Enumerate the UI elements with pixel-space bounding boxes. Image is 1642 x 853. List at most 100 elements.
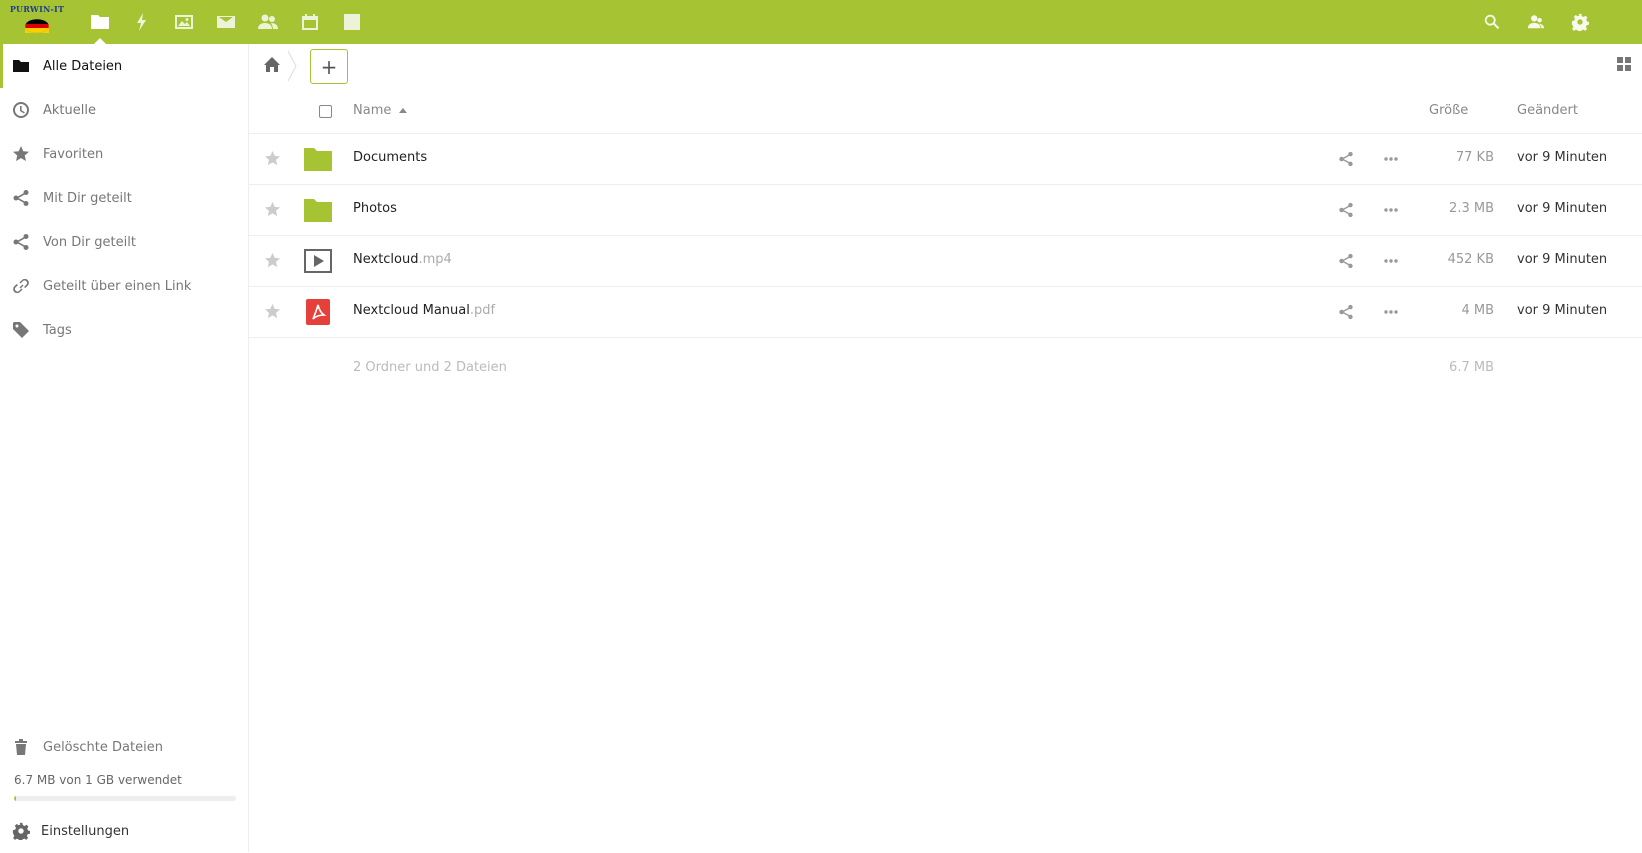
star-icon bbox=[264, 150, 281, 166]
more-actions-button[interactable] bbox=[1383, 151, 1399, 167]
star-icon bbox=[264, 252, 281, 268]
quota-text: 6.7 MB von 1 GB verwendet bbox=[14, 773, 182, 787]
sidebar-item-label: Von Dir geteilt bbox=[43, 234, 136, 250]
more-actions-button[interactable] bbox=[1383, 202, 1399, 218]
sidebar-item-shared-with-you[interactable]: Mit Dir geteilt bbox=[0, 176, 248, 220]
file-basename: Nextcloud Manual bbox=[353, 303, 470, 318]
more-actions-button[interactable] bbox=[1383, 253, 1399, 269]
share-icon bbox=[1339, 304, 1353, 320]
file-list: Name Größe Geändert Documents 77 KB vor … bbox=[249, 89, 1642, 396]
settings-menu-button[interactable] bbox=[1558, 0, 1602, 44]
settings-gear-icon bbox=[1571, 13, 1589, 31]
file-name[interactable]: Nextcloud Manual.pdf bbox=[353, 303, 495, 318]
select-all-checkbox[interactable] bbox=[319, 105, 332, 118]
file-modified: vor 9 Minuten bbox=[1517, 201, 1608, 216]
share-button[interactable] bbox=[1338, 253, 1354, 269]
trash-icon bbox=[12, 738, 30, 756]
sidebar-item-label: Alle Dateien bbox=[43, 58, 123, 74]
app-calendar[interactable] bbox=[288, 0, 332, 44]
file-row[interactable]: Nextcloud.mp4 452 KB vor 9 Minuten bbox=[249, 236, 1642, 287]
sidebar-item-tags[interactable]: Tags bbox=[0, 308, 248, 352]
more-icon bbox=[1384, 208, 1398, 212]
sidebar-settings[interactable]: Einstellungen bbox=[0, 809, 248, 853]
file-row[interactable]: Nextcloud Manual.pdf 4 MB vor 9 Minuten bbox=[249, 287, 1642, 338]
sidebar-item-shared-by-link[interactable]: Geteilt über einen Link bbox=[0, 264, 248, 308]
favorite-toggle[interactable] bbox=[264, 150, 282, 168]
app-notes[interactable] bbox=[330, 0, 374, 44]
edit-icon bbox=[344, 14, 360, 30]
file-name[interactable]: Nextcloud.mp4 bbox=[353, 252, 452, 267]
controls-bar: + bbox=[249, 44, 1642, 88]
share-icon bbox=[1339, 253, 1353, 269]
sidebar-item-label: Aktuelle bbox=[43, 102, 96, 118]
column-name-header[interactable]: Name bbox=[353, 103, 408, 118]
top-header: PURWIN-IT bbox=[0, 0, 1642, 44]
file-list-header: Name Größe Geändert bbox=[249, 89, 1642, 134]
more-icon bbox=[1384, 310, 1398, 314]
new-button[interactable]: + bbox=[310, 49, 348, 84]
app-files[interactable] bbox=[78, 0, 122, 44]
more-icon bbox=[1384, 157, 1398, 161]
view-toggle-button[interactable] bbox=[1616, 56, 1634, 74]
app-gallery[interactable] bbox=[162, 0, 206, 44]
breadcrumb-home[interactable] bbox=[263, 56, 283, 76]
contacts-menu-icon bbox=[1527, 15, 1545, 29]
clock-icon bbox=[12, 101, 30, 119]
share-button[interactable] bbox=[1338, 304, 1354, 320]
file-name[interactable]: Photos bbox=[353, 201, 397, 216]
image-icon bbox=[175, 15, 193, 29]
sidebar-item-label: Geteilt über einen Link bbox=[43, 278, 192, 294]
file-name[interactable]: Documents bbox=[353, 150, 427, 165]
app-mail[interactable] bbox=[204, 0, 248, 44]
folder-icon bbox=[91, 15, 109, 29]
sidebar-item-shared-by-you[interactable]: Von Dir geteilt bbox=[0, 220, 248, 264]
file-row[interactable]: Documents 77 KB vor 9 Minuten bbox=[249, 134, 1642, 185]
pdf-file-icon bbox=[303, 297, 333, 327]
file-basename: Documents bbox=[353, 150, 428, 165]
star-icon bbox=[264, 303, 281, 319]
favorite-toggle[interactable] bbox=[264, 252, 282, 270]
app-contacts[interactable] bbox=[246, 0, 290, 44]
sidebar-item-favorites[interactable]: Favoriten bbox=[0, 132, 248, 176]
share-button[interactable] bbox=[1338, 151, 1354, 167]
column-modified-header[interactable]: Geändert bbox=[1517, 103, 1578, 118]
app-activity[interactable] bbox=[120, 0, 164, 44]
video-file-icon bbox=[303, 246, 333, 276]
share-icon bbox=[1339, 151, 1353, 167]
share-icon bbox=[12, 189, 30, 207]
share-button[interactable] bbox=[1338, 202, 1354, 218]
sidebar-item-deleted-files[interactable]: Gelöschte Dateien bbox=[0, 725, 248, 769]
sidebar-item-all-files[interactable]: Alle Dateien bbox=[0, 44, 248, 88]
file-basename: Nextcloud bbox=[353, 252, 419, 267]
share-icon bbox=[12, 233, 30, 251]
column-size-header[interactable]: Größe bbox=[1429, 103, 1468, 118]
share-icon bbox=[1339, 202, 1353, 218]
sidebar-item-recent[interactable]: Aktuelle bbox=[0, 88, 248, 132]
folder-icon bbox=[303, 144, 333, 174]
more-icon bbox=[1384, 259, 1398, 263]
file-size: 77 KB bbox=[1455, 150, 1494, 165]
summary-text: 2 Ordner und 2 Dateien bbox=[353, 360, 507, 375]
folder-icon bbox=[12, 57, 30, 75]
favorite-toggle[interactable] bbox=[264, 201, 282, 219]
logo-text: PURWIN-IT bbox=[9, 4, 65, 14]
gear-icon bbox=[12, 822, 30, 842]
file-size: 452 KB bbox=[1447, 252, 1494, 267]
sidebar-item-label: Favoriten bbox=[43, 146, 104, 162]
logo[interactable]: PURWIN-IT bbox=[8, 2, 66, 42]
search-button[interactable] bbox=[1470, 0, 1514, 44]
more-actions-button[interactable] bbox=[1383, 304, 1399, 320]
file-size: 4 MB bbox=[1461, 303, 1494, 318]
star-icon bbox=[12, 145, 30, 163]
file-row[interactable]: Photos 2.3 MB vor 9 Minuten bbox=[249, 185, 1642, 236]
sidebar-item-label: Gelöschte Dateien bbox=[43, 739, 163, 755]
settings-label: Einstellungen bbox=[41, 823, 130, 839]
star-icon bbox=[264, 201, 281, 217]
mail-icon bbox=[217, 16, 235, 28]
contacts-menu-button[interactable] bbox=[1514, 0, 1558, 44]
favorite-toggle[interactable] bbox=[264, 303, 282, 321]
file-list-summary: 2 Ordner und 2 Dateien 6.7 MB bbox=[249, 338, 1642, 396]
file-basename: Photos bbox=[353, 201, 397, 216]
lightning-icon bbox=[137, 13, 146, 31]
file-modified: vor 9 Minuten bbox=[1517, 252, 1608, 267]
